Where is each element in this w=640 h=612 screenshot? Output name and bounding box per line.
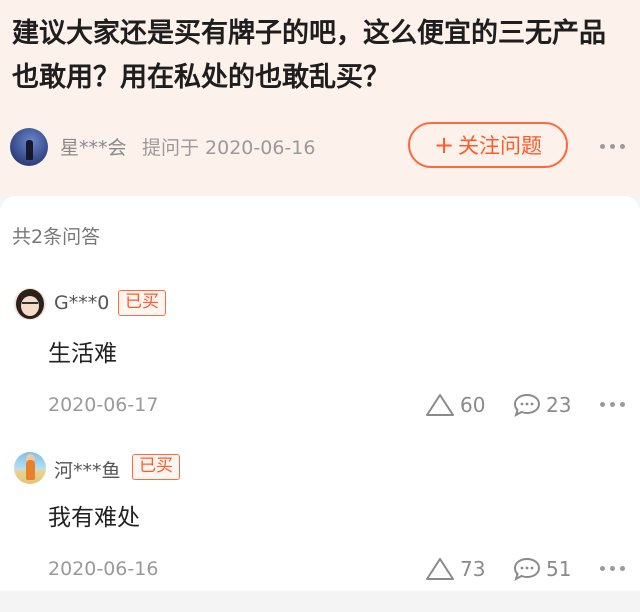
- answers-panel: 共2条问答 G***0 已买 生活难 2020-06-17 60 23 河***…: [0, 196, 640, 591]
- follow-button-label: 关注问题: [458, 134, 543, 158]
- answer-date: 2020-06-16: [48, 558, 159, 580]
- answer-user-name[interactable]: G***0: [54, 292, 109, 314]
- asker-avatar[interactable]: [10, 128, 48, 166]
- comment-count: 51: [546, 557, 572, 581]
- answers-count: 共2条问答: [12, 226, 101, 248]
- bought-badge: 已买: [118, 290, 166, 316]
- answer-text: 生活难: [48, 341, 117, 367]
- comment-bubble-icon: [513, 557, 541, 582]
- triangle-like-icon: [426, 394, 454, 416]
- answer-date: 2020-06-17: [48, 394, 159, 416]
- like-count: 60: [460, 393, 486, 417]
- like-count: 73: [460, 557, 486, 581]
- triangle-like-icon: [426, 558, 454, 580]
- follow-question-button[interactable]: + 关注问题: [408, 122, 568, 168]
- answer-item: 河***鱼 已买 我有难处 2020-06-16 73 51: [0, 452, 640, 612]
- plus-icon: +: [433, 131, 455, 159]
- answer-text: 我有难处: [48, 505, 140, 531]
- asker-row: 星***会 提问于 2020-06-16 + 关注问题: [10, 122, 630, 170]
- asked-date: 提问于 2020-06-16: [142, 137, 316, 159]
- answer-item: G***0 已买 生活难 2020-06-17 60 23: [0, 288, 640, 448]
- avatar-girl-icon[interactable]: [14, 288, 46, 320]
- more-options-icon[interactable]: [600, 400, 628, 408]
- asker-name[interactable]: 星***会: [60, 133, 127, 160]
- more-options-icon[interactable]: [600, 564, 628, 572]
- answer-user-name[interactable]: 河***鱼: [54, 456, 121, 483]
- question-card: 建议大家还是买有牌子的吧，这么便宜的三无产品也敢用？用在私处的也敢乱买？ 星**…: [0, 0, 640, 196]
- avatar-beach-icon[interactable]: [14, 452, 46, 484]
- bought-badge: 已买: [132, 454, 180, 480]
- question-title: 建议大家还是买有牌子的吧，这么便宜的三无产品也敢用？用在私处的也敢乱买？: [12, 18, 606, 93]
- more-options-icon[interactable]: [600, 142, 628, 150]
- comment-bubble-icon: [513, 393, 541, 418]
- comment-count: 23: [546, 393, 572, 417]
